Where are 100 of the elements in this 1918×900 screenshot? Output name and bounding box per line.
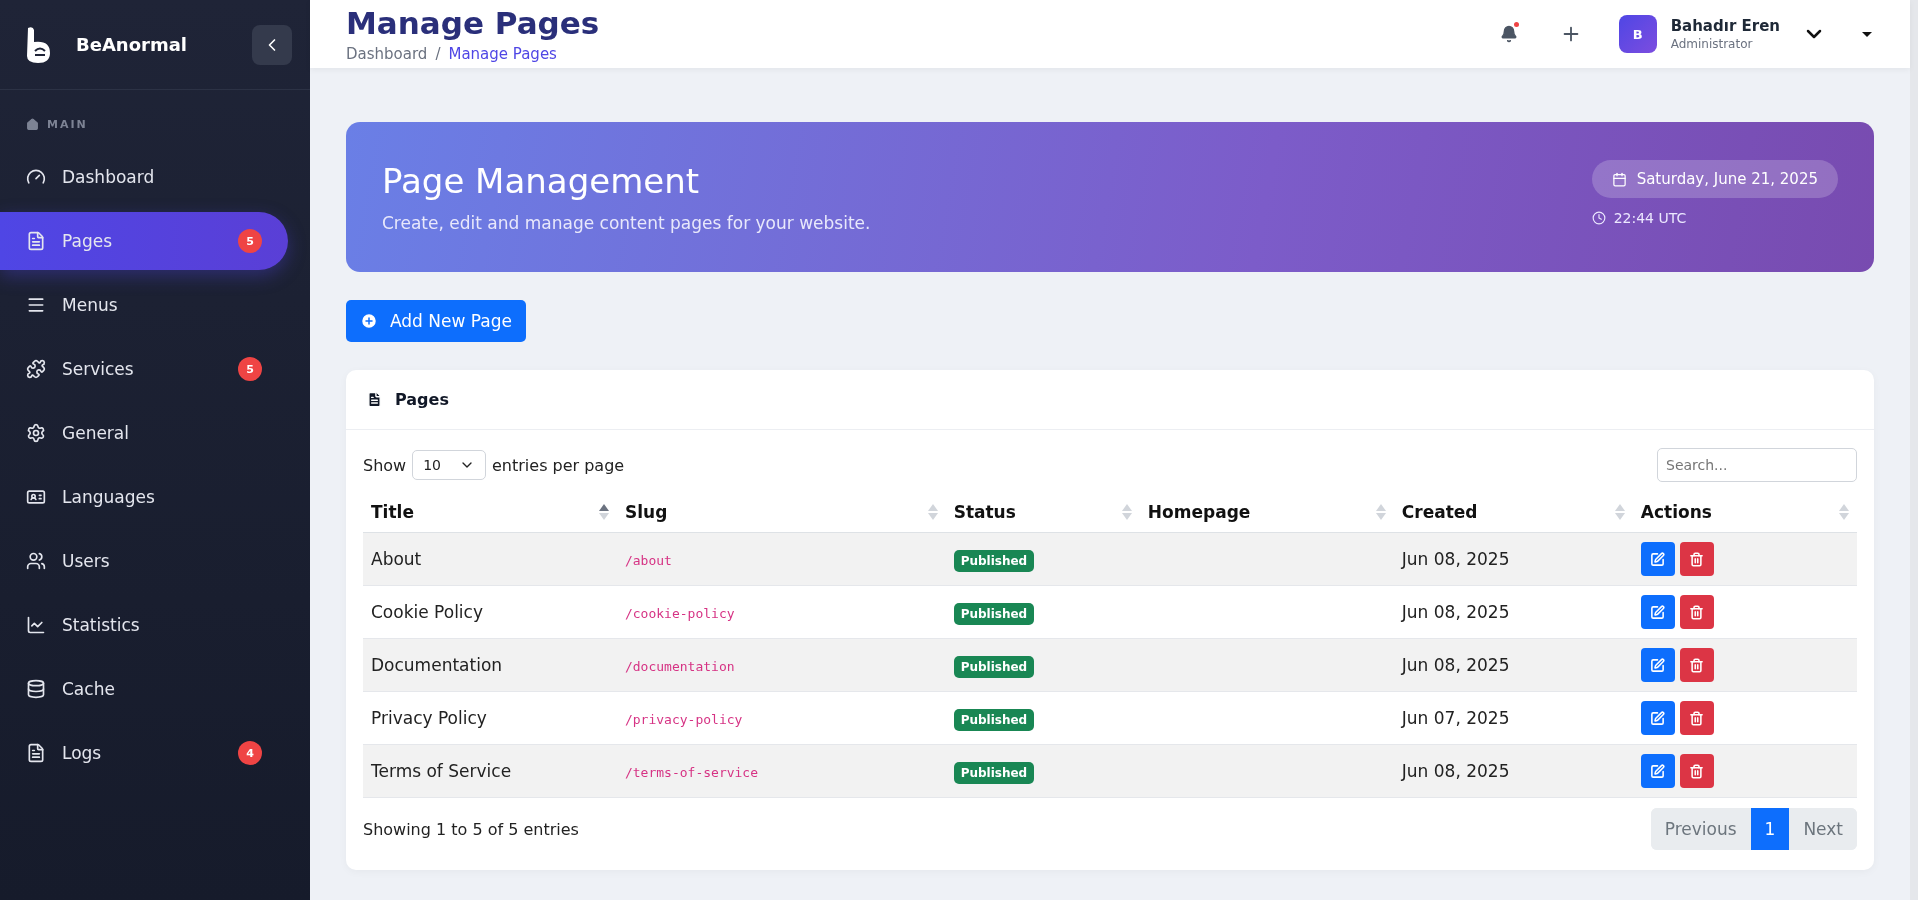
column-header[interactable]: Slug bbox=[616, 490, 946, 533]
card-title: Pages bbox=[395, 390, 449, 409]
table-cell: Documentation bbox=[363, 638, 617, 692]
edit-icon bbox=[1650, 657, 1666, 673]
table-cell: About bbox=[363, 532, 617, 586]
trash-icon bbox=[1689, 763, 1705, 779]
user-name: Bahadır Eren bbox=[1670, 17, 1780, 35]
section-heading: MAIN bbox=[47, 118, 88, 131]
sort-icon[interactable] bbox=[598, 504, 609, 520]
sidebar-item[interactable]: Pages 5 bbox=[0, 212, 288, 270]
menu-icon bbox=[26, 295, 46, 315]
table-cell: Jun 07, 2025 bbox=[1393, 691, 1633, 745]
trash-icon bbox=[1689, 604, 1705, 620]
status-badge: Published bbox=[953, 603, 1035, 625]
edit-button[interactable] bbox=[1640, 754, 1675, 788]
edit-button[interactable] bbox=[1640, 595, 1675, 629]
table-cell: /about bbox=[616, 532, 946, 586]
table-cell: /documentation bbox=[616, 638, 946, 692]
delete-button[interactable] bbox=[1679, 754, 1714, 788]
column-header[interactable]: Actions bbox=[1632, 490, 1857, 533]
table-cell: Jun 08, 2025 bbox=[1393, 638, 1633, 692]
edit-button[interactable] bbox=[1640, 542, 1675, 576]
sidebar-item[interactable]: Services 5 bbox=[0, 340, 288, 398]
count-badge: 5 bbox=[238, 229, 262, 253]
entries-info: Showing 1 to 5 of 5 entries bbox=[363, 819, 579, 839]
table-cell: /cookie-policy bbox=[616, 585, 946, 639]
delete-button[interactable] bbox=[1679, 542, 1714, 576]
edit-icon bbox=[1650, 763, 1666, 779]
page-button[interactable]: 1 bbox=[1750, 808, 1790, 850]
line-chart-icon bbox=[26, 615, 46, 635]
calendar-icon bbox=[1611, 171, 1627, 187]
database-icon bbox=[26, 679, 46, 699]
table-cell: /terms-of-service bbox=[616, 744, 946, 798]
status-badge: Published bbox=[953, 656, 1035, 678]
table-cell: Jun 08, 2025 bbox=[1393, 585, 1633, 639]
caret-icon[interactable] bbox=[1862, 31, 1872, 37]
id-card-icon bbox=[26, 487, 46, 507]
page-title: Manage Pages bbox=[346, 5, 601, 41]
document-icon bbox=[366, 391, 383, 408]
table-cell: Terms of Service bbox=[363, 744, 617, 798]
column-header[interactable]: Homepage bbox=[1139, 490, 1394, 533]
brand-name: BeAnormal bbox=[76, 34, 188, 55]
sidebar-item[interactable]: Dashboard bbox=[0, 148, 288, 206]
table-cell: Cookie Policy bbox=[363, 585, 617, 639]
sidebar-item[interactable]: Languages bbox=[0, 468, 288, 526]
trash-icon bbox=[1689, 551, 1705, 567]
table-cell: /privacy-policy bbox=[616, 691, 946, 745]
collapse-sidebar-button[interactable] bbox=[252, 24, 292, 65]
user-role: Administrator bbox=[1670, 37, 1754, 51]
sidebar-item[interactable]: Cache bbox=[0, 660, 288, 718]
sidebar-item[interactable]: Statistics bbox=[0, 596, 288, 654]
banner-subtitle: Create, edit and manage content pages for your website. bbox=[382, 213, 872, 233]
gauge-icon bbox=[26, 167, 46, 187]
sidebar-item[interactable]: Users bbox=[0, 532, 288, 590]
settings-icon bbox=[26, 423, 46, 443]
clock-icon bbox=[1591, 211, 1606, 225]
edit-button[interactable] bbox=[1640, 648, 1675, 682]
trash-icon bbox=[1689, 657, 1705, 673]
sidebar-item[interactable]: Logs 4 bbox=[0, 724, 288, 782]
user-avatar: B bbox=[1618, 15, 1657, 53]
sidebar-item[interactable]: Menus bbox=[0, 276, 288, 334]
table-cell: Jun 08, 2025 bbox=[1393, 744, 1633, 798]
count-badge: 5 bbox=[238, 357, 262, 381]
user-menu[interactable]: B Bahadır Eren Administrator bbox=[1618, 15, 1872, 53]
breadcrumb-separator: / bbox=[435, 45, 441, 63]
entries-select[interactable]: 10 bbox=[412, 450, 486, 480]
entries-label: entries per page bbox=[492, 455, 625, 475]
plus-circle-icon bbox=[360, 312, 378, 330]
breadcrumb-link[interactable]: Manage Pages bbox=[448, 45, 557, 63]
document-icon bbox=[26, 743, 46, 763]
table-cell: Privacy Policy bbox=[363, 691, 617, 745]
status-badge: Published bbox=[953, 762, 1035, 784]
table-cell: Jun 08, 2025 bbox=[1393, 532, 1633, 586]
delete-button[interactable] bbox=[1679, 595, 1714, 629]
column-header[interactable]: Created bbox=[1393, 490, 1633, 533]
banner-title: Page Management bbox=[382, 161, 701, 201]
puzzle-icon bbox=[26, 359, 46, 379]
trash-icon bbox=[1689, 710, 1705, 726]
add-page-button[interactable]: Add New Page bbox=[346, 300, 526, 342]
column-header[interactable]: Title bbox=[363, 490, 617, 533]
status-badge: Published bbox=[953, 709, 1035, 731]
delete-button[interactable] bbox=[1679, 648, 1714, 682]
home-icon bbox=[26, 118, 39, 131]
breadcrumb-link[interactable]: Dashboard bbox=[346, 45, 428, 63]
edit-button[interactable] bbox=[1640, 701, 1675, 735]
users-icon bbox=[26, 551, 46, 571]
delete-button[interactable] bbox=[1679, 701, 1714, 735]
edit-icon bbox=[1650, 710, 1666, 726]
document-icon bbox=[26, 231, 46, 251]
edit-icon bbox=[1650, 604, 1666, 620]
count-badge: 4 bbox=[238, 741, 262, 765]
date-pill: Saturday, June 21, 2025 bbox=[1591, 160, 1838, 198]
bell-icon bbox=[1499, 25, 1518, 43]
edit-icon bbox=[1650, 551, 1666, 567]
status-badge: Published bbox=[953, 550, 1035, 572]
column-header[interactable]: Status bbox=[945, 490, 1140, 533]
show-label: Show bbox=[363, 455, 407, 475]
time-text: 22:44 UTC bbox=[1613, 210, 1687, 226]
sidebar-item[interactable]: General bbox=[0, 404, 288, 462]
search-field[interactable]: Search... bbox=[1657, 448, 1857, 482]
